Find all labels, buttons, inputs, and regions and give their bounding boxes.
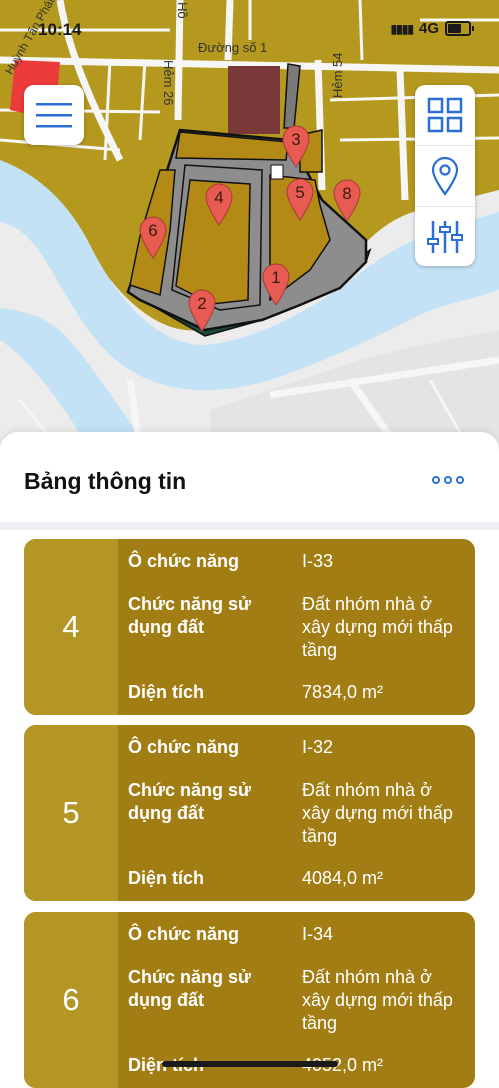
street-label-ho: Hồ (175, 2, 190, 19)
function-code-value: I-32 (302, 737, 334, 757)
parcel-index: 6 (24, 912, 118, 1088)
map-pin-label: 3 (291, 130, 301, 149)
grid-view-button[interactable] (415, 85, 475, 146)
map-pin-label: 8 (342, 184, 352, 203)
parcel-index: 4 (24, 539, 118, 715)
function-code-value: I-33 (302, 551, 334, 571)
status-time: 10:14 (38, 20, 82, 39)
map-pin-3[interactable]: 3 (281, 124, 311, 168)
map-pin-2[interactable]: 2 (187, 288, 217, 332)
area-label: Diện tích (128, 868, 205, 888)
sheet-divider (0, 522, 499, 530)
hamburger-icon (36, 103, 72, 128)
land-use-value: Đất nhóm nhà ở xây dựng mới thấp tầng (302, 594, 453, 660)
more-icon (444, 476, 452, 484)
land-use-label: Chức năng sử dụng đất (128, 967, 252, 1010)
parcel-card-4[interactable]: 4 Ô chức năng I-33 Chức năng sử dụng đất… (24, 539, 475, 715)
network-label: 4G (418, 20, 439, 37)
filter-button[interactable] (415, 207, 475, 267)
map-tools-panel (415, 85, 475, 266)
more-options-button[interactable] (432, 470, 472, 490)
sheet-title: Bảng thông tin (24, 468, 187, 494)
info-sheet[interactable]: Bảng thông tin 4 Ô chức năng I-33 Chức n… (0, 432, 499, 1088)
land-use-label: Chức năng sử dụng đất (128, 594, 252, 637)
area-label: Diện tích (128, 682, 205, 702)
map-pin-6[interactable]: 6 (138, 215, 168, 259)
home-indicator[interactable] (162, 1061, 338, 1067)
map-pin-label: 6 (148, 221, 158, 240)
battery-icon (445, 21, 474, 36)
function-code-value: I-34 (302, 924, 334, 944)
parcel-card-5[interactable]: 5 Ô chức năng I-32 Chức năng sử dụng đất… (24, 725, 475, 901)
function-code-label: Ô chức năng (128, 737, 240, 757)
map-pin-8[interactable]: 8 (332, 178, 362, 222)
map-pin-label: 4 (214, 188, 224, 207)
menu-button[interactable] (24, 85, 84, 145)
more-icon (456, 476, 464, 484)
function-code-label: Ô chức năng (128, 924, 240, 944)
more-icon (432, 476, 440, 484)
sliders-icon (427, 221, 463, 253)
location-button[interactable] (415, 146, 475, 207)
map-pin-4[interactable]: 4 (204, 182, 234, 226)
parcel-index: 5 (24, 725, 118, 901)
grid-icon (427, 97, 463, 133)
function-code-label: Ô chức năng (128, 551, 240, 571)
land-use-value: Đất nhóm nhà ở xây dựng mới thấp tầng (302, 780, 453, 846)
status-indicators: ▮▮▮▮ 4G (390, 20, 474, 37)
map-pin-5[interactable]: 5 (285, 177, 315, 221)
street-label-duong-so-1: Đường số 1 (198, 40, 268, 55)
area-value: 4084,0 m² (302, 868, 384, 888)
street-label-hem-26: Hẻm 26 (161, 60, 176, 106)
map-pin-label: 1 (271, 268, 281, 287)
map-pin-1[interactable]: 1 (261, 262, 291, 306)
land-use-value: Đất nhóm nhà ở xây dựng mới thấp tầng (302, 967, 453, 1033)
area-value: 7834,0 m² (302, 682, 384, 702)
signal-icon: ▮▮▮▮ (390, 21, 414, 36)
street-label-hem-54: Hẻm 54 (330, 52, 345, 98)
location-pin-icon (431, 156, 459, 196)
map-pin-label: 2 (197, 294, 207, 313)
map-pin-label: 5 (295, 183, 305, 202)
land-use-label: Chức năng sử dụng đất (128, 780, 252, 823)
